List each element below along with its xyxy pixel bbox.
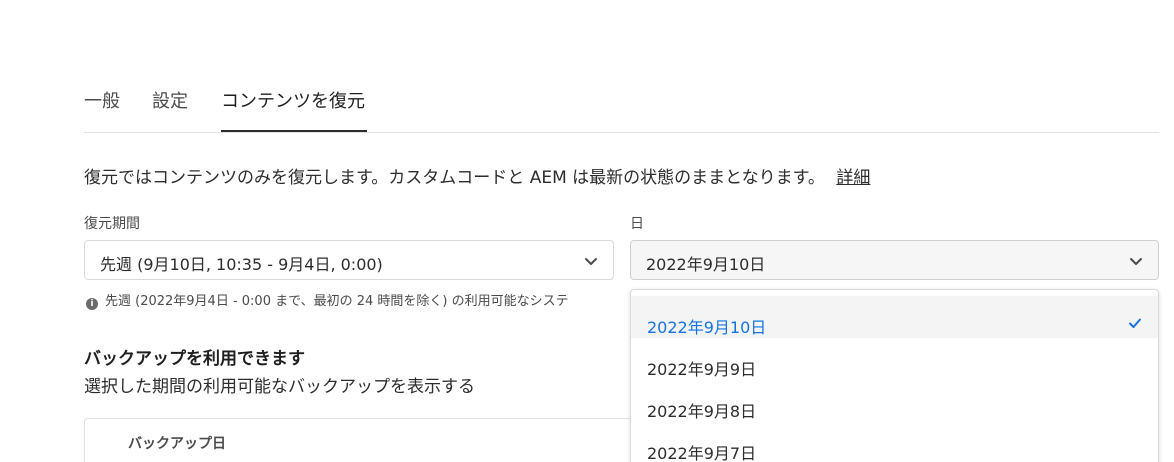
restore-description: 復元ではコンテンツのみを復元します。カスタムコードと AEM は最新の状態のまま… — [84, 163, 870, 188]
restore-period-help: i 先週 (2022年9月4日 - 0:00 まで、最初の 24 時間を除く) の… — [86, 290, 631, 310]
day-option[interactable]: 2022年9月10日 — [631, 296, 1158, 338]
restore-period-label: 復元期間 — [84, 216, 140, 232]
backup-date-column-header: バックアップ日 — [128, 436, 226, 452]
backups-table: バックアップ日 — [84, 418, 644, 462]
day-dropdown-menu: 2022年9月10日 2022年9月9日 2022年9月8日 2022年9月7日 — [630, 289, 1159, 462]
tab-restore-content[interactable]: コンテンツを復元 — [221, 90, 367, 132]
chevron-down-icon — [1130, 258, 1142, 265]
restore-period-select[interactable]: 先週 (9月10日, 10:35 - 9月4日, 0:00) — [84, 240, 614, 280]
day-option-label: 2022年9月8日 — [647, 402, 757, 421]
restore-content-page: 一般 設定 コンテンツを復元 復元ではコンテンツのみを復元します。カスタムコード… — [0, 0, 1174, 462]
checkmark-icon — [1129, 318, 1141, 328]
day-option-label: 2022年9月7日 — [647, 444, 757, 462]
backups-title: バックアップを利用できます — [84, 349, 305, 369]
restore-period-help-text: 先週 (2022年9月4日 - 0:00 まで、最初の 24 時間を除く) の利… — [105, 294, 569, 309]
chevron-down-icon — [585, 258, 597, 265]
learn-more-link[interactable]: 詳細 — [836, 168, 870, 188]
restore-period-value: 先週 (9月10日, 10:35 - 9月4日, 0:00) — [100, 255, 383, 274]
tab-bar: 一般 設定 コンテンツを復元 — [84, 84, 1159, 133]
day-option[interactable]: 2022年9月9日 — [631, 338, 1158, 380]
restore-description-text: 復元ではコンテンツのみを復元します。カスタムコードと AEM は最新の状態のまま… — [84, 168, 825, 188]
info-icon: i — [86, 298, 98, 310]
day-option[interactable]: 2022年9月7日 — [631, 422, 1158, 462]
day-option-label: 2022年9月9日 — [647, 360, 757, 379]
day-value: 2022年9月10日 — [646, 255, 766, 274]
day-select[interactable]: 2022年9月10日 — [630, 240, 1159, 280]
day-option-label: 2022年9月10日 — [647, 318, 767, 337]
day-option[interactable]: 2022年9月8日 — [631, 380, 1158, 422]
tab-settings[interactable]: 設定 — [152, 90, 188, 130]
day-label: 日 — [630, 216, 644, 232]
backups-subtitle: 選択した期間の利用可能なバックアップを表示する — [84, 377, 475, 397]
tab-general[interactable]: 一般 — [84, 90, 120, 130]
